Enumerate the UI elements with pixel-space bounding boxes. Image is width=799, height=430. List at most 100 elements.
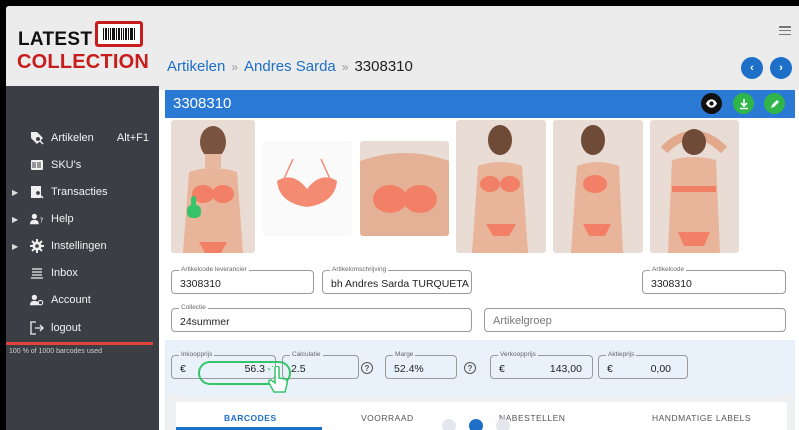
- gear-icon: [30, 239, 44, 253]
- shortcut-label: Alt+F1: [116, 132, 149, 144]
- tab-handmatige-labels[interactable]: HANDMATIGE LABELS: [652, 413, 751, 423]
- field-value: 3308310: [651, 278, 692, 290]
- app-window: LATEST COLLECTION Artikelen Alt+F1 SKU's…: [6, 6, 799, 430]
- sidebar-item-instellingen[interactable]: ▶ Instellingen: [6, 233, 159, 259]
- sidebar-item-skus[interactable]: SKU's: [6, 152, 159, 178]
- sidebar-item-artikelen[interactable]: Artikelen Alt+F1: [6, 125, 159, 151]
- sidebar-item-label: Transacties: [51, 186, 108, 198]
- product-photo-3[interactable]: [360, 141, 449, 236]
- field-value: 3308310: [180, 278, 221, 290]
- tab-barcodes[interactable]: BARCODES: [224, 413, 277, 423]
- sidebar-item-label: Artikelen: [51, 132, 94, 144]
- field-label: Artikelcode: [650, 266, 687, 274]
- field-value: 24summer: [180, 316, 230, 328]
- article-code-field[interactable]: Artikelcode 3308310: [642, 266, 786, 294]
- previous-button[interactable]: ‹: [741, 57, 763, 79]
- article-group-field[interactable]: Artikelgroep: [484, 308, 786, 332]
- sidebar-item-label: Inbox: [51, 267, 78, 279]
- page-dot-active[interactable]: [469, 419, 483, 430]
- next-button[interactable]: ›: [770, 57, 792, 79]
- sidebar-item-logout[interactable]: logout: [6, 315, 159, 341]
- margin-field[interactable]: Marge 52.4%: [385, 351, 457, 379]
- product-photo-2[interactable]: [263, 141, 352, 236]
- expand-caret-icon: ▶: [12, 187, 19, 197]
- barcode-usage-bar: [6, 342, 153, 345]
- logo-text-collection: COLLECTION: [17, 51, 149, 73]
- field-label: Artikelcode leverancier: [179, 266, 249, 274]
- sidebar-item-account[interactable]: Account: [6, 287, 159, 313]
- help-icon[interactable]: ?: [361, 362, 373, 374]
- sidebar-item-transacties[interactable]: ▶ Transacties: [6, 179, 159, 205]
- product-photo-1[interactable]: [171, 120, 255, 253]
- logo[interactable]: LATEST COLLECTION: [6, 6, 159, 86]
- breadcrumb-item-current: 3308310: [354, 58, 413, 75]
- page-dot[interactable]: [496, 419, 510, 430]
- logout-icon: [30, 321, 44, 335]
- sidebar-item-help[interactable]: ▶ ? Help: [6, 206, 159, 232]
- collection-field[interactable]: Collectie 24summer: [171, 304, 472, 332]
- eye-icon: [705, 99, 718, 108]
- account-gear-icon: [30, 293, 44, 307]
- field-value: 143,00: [549, 363, 582, 375]
- calculation-field[interactable]: Calculatie 2.5: [282, 351, 359, 379]
- field-label: Artikelomschrijving: [330, 266, 389, 274]
- barcode-card-icon: [30, 158, 44, 172]
- field-value: bh Andres Sarda TURQUETA: [331, 278, 469, 290]
- description-field[interactable]: Artikelomschrijving bh Andres Sarda TURQ…: [322, 266, 472, 294]
- field-label: Marge: [393, 351, 416, 359]
- sidebar-item-label: Account: [51, 294, 91, 306]
- sidebar-item-label: Help: [51, 213, 74, 225]
- expand-caret-icon: ▶: [12, 214, 19, 224]
- product-photo-6[interactable]: [650, 120, 739, 253]
- download-icon: [739, 98, 748, 109]
- breadcrumb-separator: »: [231, 60, 239, 74]
- field-label: Inkoopprijs: [179, 351, 215, 359]
- sale-price-field[interactable]: Verkoopprijs € 143,00: [490, 351, 593, 379]
- sidebar-item-label: SKU's: [51, 159, 82, 171]
- currency-symbol: €: [180, 363, 186, 375]
- person-question-icon: ?: [30, 212, 44, 226]
- hand-cursor-icon: [186, 196, 202, 223]
- article-title-bar: 3308310: [165, 90, 795, 118]
- page-title: 3308310: [173, 95, 232, 112]
- header: Artikelen » Andres Sarda » 3308310 ‹ ›: [159, 6, 799, 90]
- barcode-logo-icon: [95, 21, 143, 47]
- search-tag-icon: [30, 131, 44, 145]
- download-button[interactable]: [733, 93, 754, 114]
- field-value: 52.4%: [394, 363, 424, 375]
- product-photo-5[interactable]: [553, 120, 643, 253]
- logo-text-latest: LATEST: [18, 29, 93, 50]
- product-photo-4[interactable]: [456, 120, 546, 253]
- menu-icon[interactable]: [779, 26, 791, 35]
- chevron-right-icon: ›: [779, 62, 783, 74]
- field-label: Aktieprijs: [606, 351, 637, 359]
- hand-cursor-icon: [264, 364, 289, 399]
- supplier-code-field[interactable]: Artikelcode leverancier 3308310: [171, 266, 314, 294]
- inbox-lines-icon: [30, 266, 44, 280]
- field-label: Verkoopprijs: [498, 351, 538, 359]
- field-value: 2.5: [291, 363, 306, 375]
- edit-button[interactable]: [764, 93, 785, 114]
- field-label: Calculatie: [290, 351, 323, 359]
- breadcrumb-item-artikelen[interactable]: Artikelen: [167, 58, 225, 75]
- help-icon[interactable]: ?: [464, 362, 476, 374]
- field-value: 0,00: [650, 363, 671, 375]
- chevron-left-icon: ‹: [750, 62, 754, 74]
- sidebar-item-label: logout: [51, 322, 81, 334]
- barcode-usage-text: 100 % of 1000 barcodes used: [9, 348, 103, 355]
- promo-price-field[interactable]: Aktieprijs € 0,00: [598, 351, 688, 379]
- field-label: Collectie: [179, 304, 208, 312]
- sidebar-item-inbox[interactable]: Inbox: [6, 260, 159, 286]
- tab-voorraad[interactable]: VOORRAAD: [361, 413, 414, 423]
- sidebar: LATEST COLLECTION Artikelen Alt+F1 SKU's…: [6, 6, 159, 430]
- receipt-search-icon: [30, 185, 44, 199]
- expand-caret-icon: ▶: [12, 241, 19, 251]
- breadcrumb-item-brand[interactable]: Andres Sarda: [244, 58, 336, 75]
- currency-symbol: €: [499, 363, 505, 375]
- page-dot[interactable]: [442, 419, 456, 430]
- breadcrumb-separator: »: [341, 60, 349, 74]
- field-placeholder: Artikelgroep: [493, 315, 552, 327]
- sidebar-item-label: Instellingen: [51, 240, 107, 252]
- preview-button[interactable]: [701, 93, 722, 114]
- pencil-icon: [770, 99, 779, 108]
